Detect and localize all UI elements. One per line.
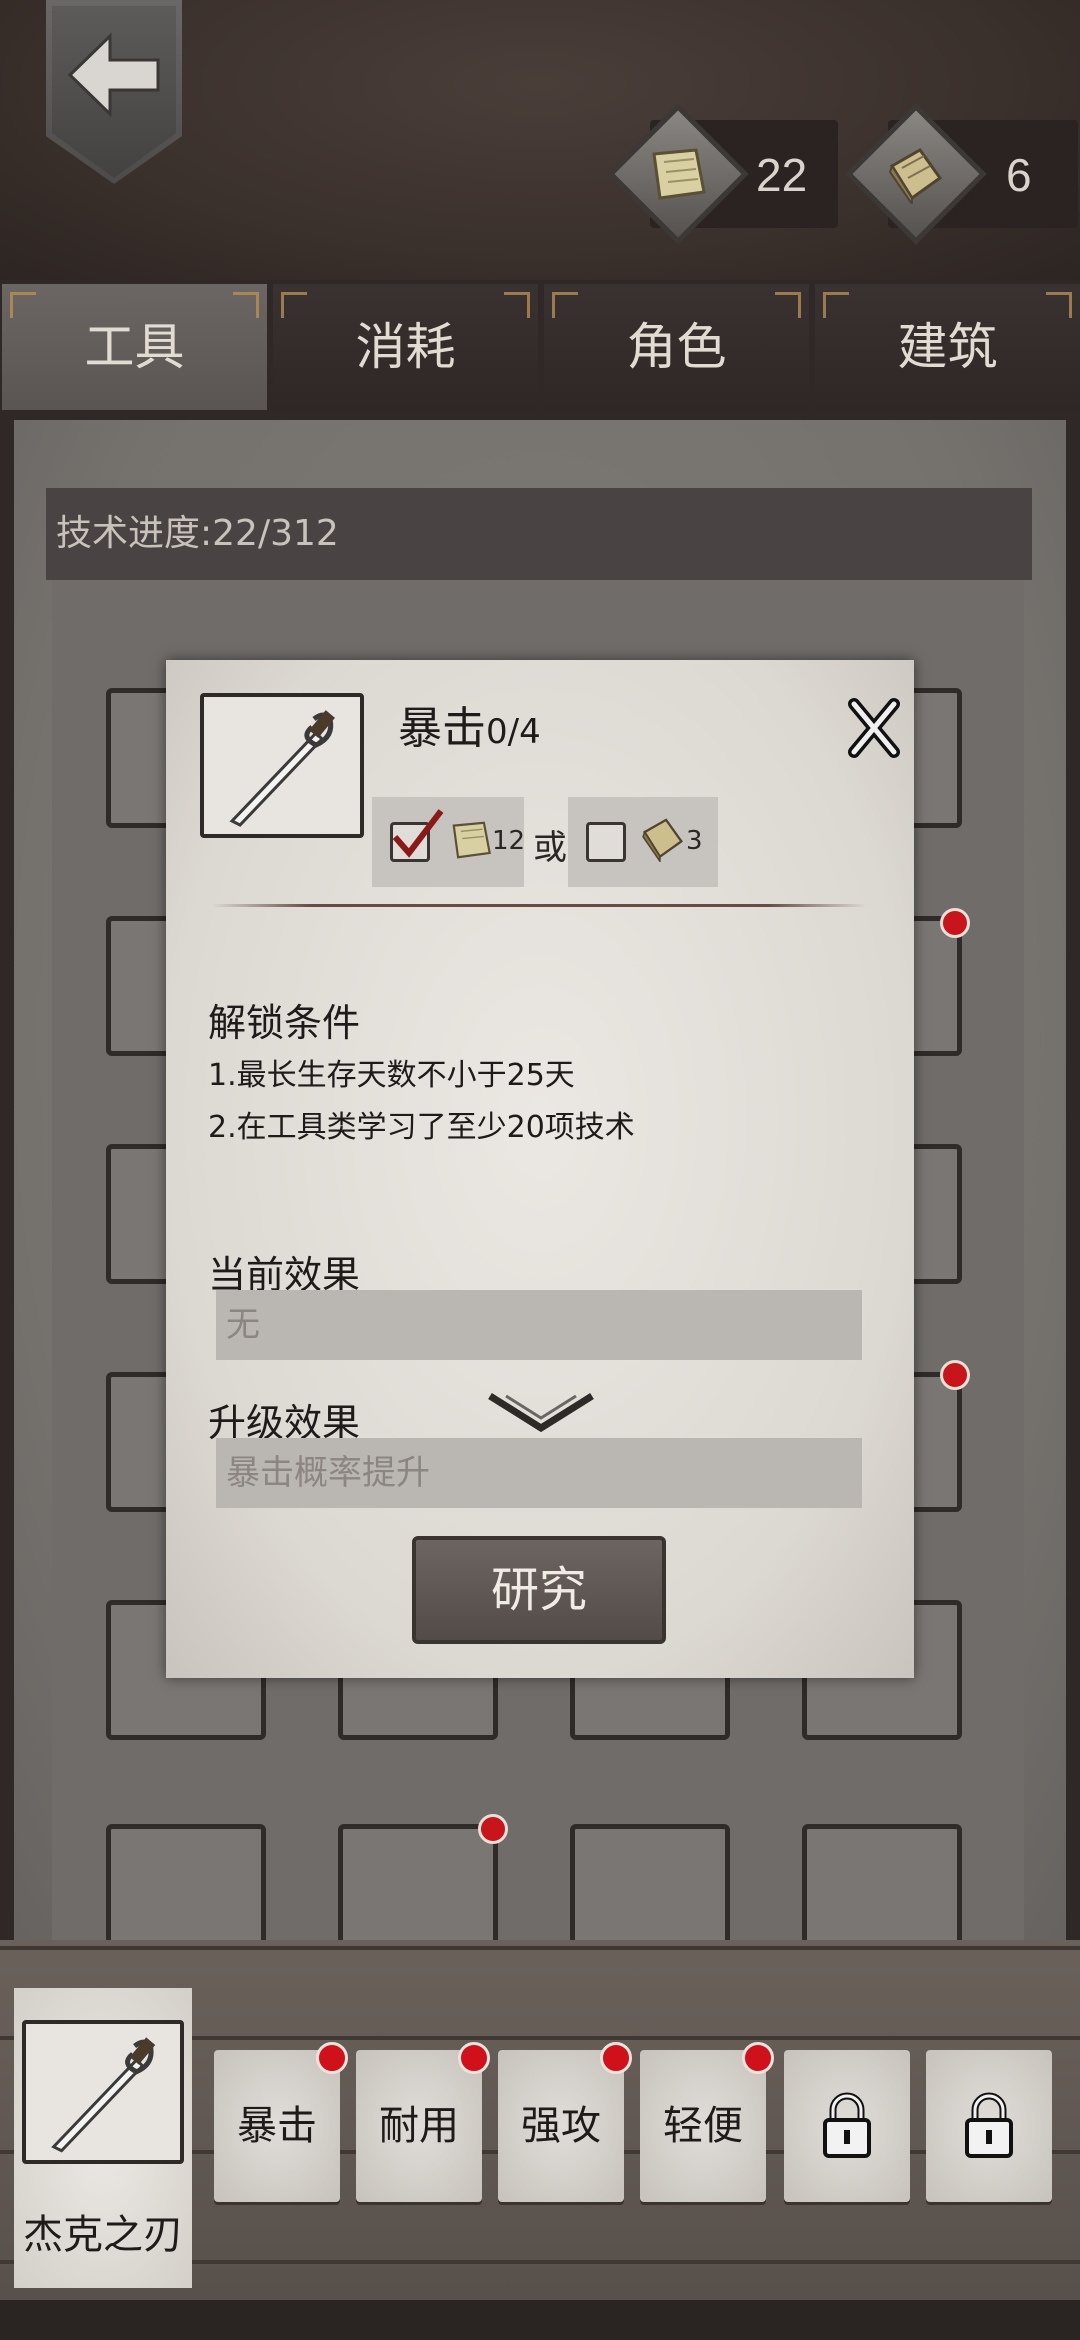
skill-button-locked[interactable]	[784, 2050, 910, 2202]
notification-dot	[742, 2042, 774, 2074]
chevron-down-icon[interactable]	[486, 1390, 596, 1434]
upgrade-effect-value: 暴击概率提升	[216, 1438, 862, 1508]
notification-dot	[940, 908, 970, 938]
close-icon[interactable]	[846, 696, 902, 760]
tab-label: 消耗	[355, 318, 456, 376]
unlock-condition: 1.最长生存天数不小于25天	[208, 1058, 575, 1093]
tab-label: 角色	[626, 318, 727, 376]
or-text: 或	[533, 828, 567, 868]
cost-option-book-checkbox[interactable]	[586, 822, 626, 862]
notification-dot	[458, 2042, 490, 2074]
tab-corner-ornament	[775, 292, 801, 318]
bottom-edge	[0, 2300, 1080, 2340]
current-effect-value: 无	[216, 1290, 862, 1360]
unlock-conditions-title: 解锁条件	[208, 1001, 361, 1045]
lock-icon	[823, 2092, 871, 2158]
skill-icon-frame	[200, 693, 364, 838]
skill-button-durability[interactable]: 耐用	[356, 2050, 482, 2202]
tab-corner-ornament	[10, 292, 36, 318]
notification-dot	[316, 2042, 348, 2074]
book-icon	[888, 148, 943, 204]
back-arrow-icon	[67, 32, 160, 118]
book-icon	[642, 818, 684, 862]
research-button[interactable]: 研究	[412, 1536, 666, 1644]
divider	[212, 904, 866, 907]
cost-option-book-amount: 3	[686, 826, 703, 856]
tab-tools[interactable]: 工具	[2, 284, 267, 410]
tech-progress: 技术进度:22/312	[46, 488, 1032, 580]
tab-corner-ornament	[504, 292, 530, 318]
saber-icon	[51, 2037, 156, 2153]
cost-option-paper-amount: 12	[492, 826, 526, 856]
tab-corner-ornament	[281, 292, 307, 318]
skill-button-locked[interactable]	[926, 2050, 1052, 2202]
paper-icon	[452, 821, 491, 859]
tab-label: 工具	[84, 318, 185, 376]
cost-option-paper-checkbox[interactable]	[390, 809, 444, 862]
tab-corner-ornament	[233, 292, 259, 318]
paper-count: 22	[756, 149, 808, 201]
notification-dot	[600, 2042, 632, 2074]
paper-icon	[652, 148, 706, 200]
skill-button-power[interactable]: 强攻	[498, 2050, 624, 2202]
tab-buildings[interactable]: 建筑	[815, 284, 1080, 410]
unlock-condition: 2.在工具类学习了至少20项技术	[208, 1110, 635, 1145]
tab-corner-ornament	[1046, 292, 1072, 318]
weapon-icon-frame	[22, 2020, 184, 2164]
saber-icon	[229, 710, 335, 827]
tab-label: 建筑	[897, 318, 998, 376]
tab-corner-ornament	[823, 292, 849, 318]
weapon-name: 杰克之刃	[23, 2212, 183, 2258]
skill-name: 暴击	[398, 703, 486, 754]
skill-button-light[interactable]: 轻便	[640, 2050, 766, 2202]
tab-consumables[interactable]: 消耗	[273, 284, 538, 410]
notification-dot	[478, 1814, 508, 1844]
tab-character[interactable]: 角色	[544, 284, 809, 410]
notification-dot	[940, 1360, 970, 1390]
tab-corner-ornament	[552, 292, 578, 318]
checkmark-icon	[392, 809, 444, 858]
wood-plank-line	[0, 1946, 1080, 1950]
book-count: 6	[1006, 149, 1032, 201]
skill-button-crit[interactable]: 暴击	[214, 2050, 340, 2202]
skill-title: 暴击0/4	[398, 692, 541, 756]
lock-icon	[965, 2092, 1013, 2158]
skill-level: 0/4	[486, 712, 541, 752]
